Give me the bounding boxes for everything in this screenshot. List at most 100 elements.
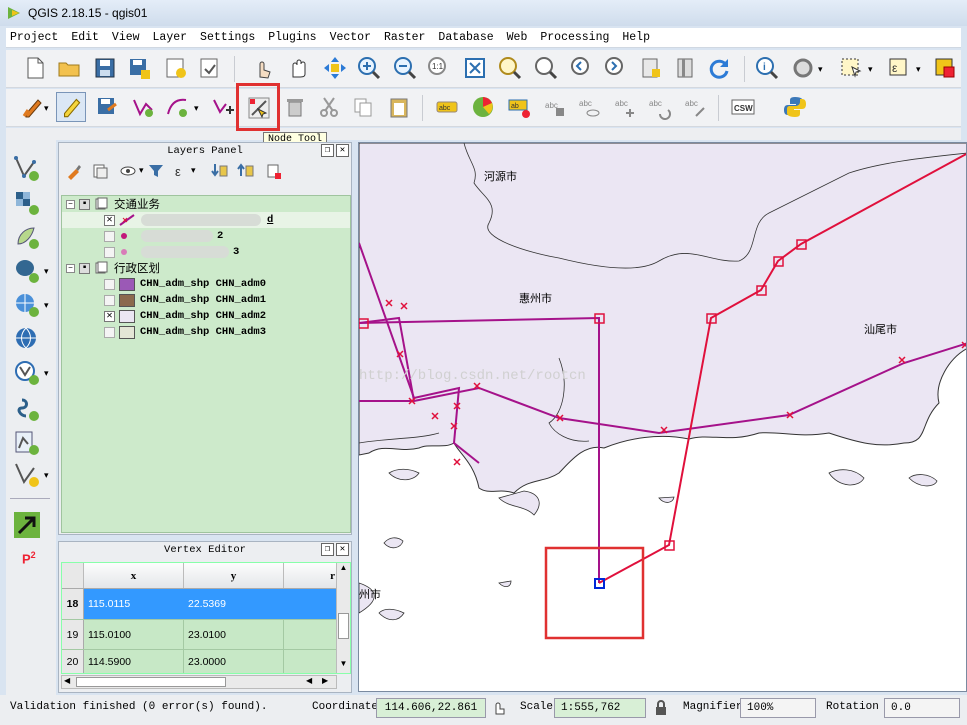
- add-arrow-icon[interactable]: [12, 510, 42, 540]
- zoom-to-layer-icon[interactable]: [532, 55, 558, 81]
- save-as-icon[interactable]: [126, 55, 152, 81]
- composer-manager-icon[interactable]: [196, 55, 222, 81]
- map-drawing[interactable]: 河源市 惠州市 汕尾市 州市 http://blog.csdn.net/root…: [359, 143, 967, 692]
- cell-x[interactable]: 115.0115: [84, 589, 184, 619]
- copy-features-icon[interactable]: [350, 94, 376, 120]
- scroll-up-icon[interactable]: ▲: [337, 563, 350, 577]
- paste-features-icon[interactable]: [386, 94, 412, 120]
- touch-zoom-icon[interactable]: [250, 55, 276, 81]
- layer-row-route[interactable]: ✕ d: [62, 212, 350, 228]
- layer-checkbox[interactable]: [104, 294, 115, 306]
- layer-row-point-3[interactable]: 3: [62, 244, 239, 260]
- layer-checkbox[interactable]: ✕: [104, 214, 115, 226]
- add-spatialite-layer-icon[interactable]: [12, 222, 42, 252]
- cell-y[interactable]: 23.0000: [184, 650, 284, 673]
- wfs-dropdown-icon[interactable]: ▾: [44, 368, 49, 379]
- scroll-left-small-icon[interactable]: ◀: [306, 676, 312, 685]
- layer-checkbox[interactable]: [104, 278, 115, 290]
- save-layer-edits-icon[interactable]: [94, 94, 120, 120]
- scroll-down-icon[interactable]: ▼: [337, 659, 350, 673]
- zoom-next-icon[interactable]: [602, 55, 628, 81]
- coordinate-field[interactable]: 114.606,22.861: [376, 698, 486, 718]
- layer-row-adm3[interactable]: CHN_adm_shp CHN_adm3: [62, 324, 266, 340]
- menu-raster[interactable]: Raster: [384, 31, 425, 44]
- menu-project[interactable]: Project: [10, 31, 58, 44]
- menu-vector[interactable]: Vector: [330, 31, 371, 44]
- select-by-expression-icon[interactable]: ε: [886, 55, 912, 81]
- column-header-r[interactable]: r: [284, 563, 338, 588]
- rotation-field[interactable]: 0.0: [884, 698, 960, 718]
- zoom-in-icon[interactable]: [356, 55, 382, 81]
- manage-visibility-icon[interactable]: [119, 162, 137, 180]
- lock-scale-icon[interactable]: [654, 700, 668, 716]
- add-vector-layer-icon[interactable]: [12, 154, 42, 184]
- add-wfs-layer-icon[interactable]: [12, 358, 42, 388]
- scroll-right-icon[interactable]: ▶: [322, 676, 328, 685]
- zoom-to-selection-icon[interactable]: [496, 55, 522, 81]
- close-panel-icon[interactable]: ✕: [336, 543, 349, 556]
- delete-selected-icon[interactable]: [282, 94, 308, 120]
- zoom-last-icon[interactable]: [568, 55, 594, 81]
- filter-legend-icon[interactable]: [147, 162, 165, 180]
- move-label-icon[interactable]: abc: [612, 94, 638, 120]
- scale-field[interactable]: 1:555,762: [554, 698, 646, 718]
- layer-row-adm1[interactable]: CHN_adm_shp CHN_adm1: [62, 292, 266, 308]
- group-checkbox[interactable]: ▪: [79, 198, 90, 210]
- layer-labeling-icon[interactable]: abc: [434, 94, 460, 120]
- add-group-icon[interactable]: [91, 162, 109, 180]
- add-raster-layer-icon[interactable]: [12, 188, 42, 218]
- float-panel-icon[interactable]: ❐: [321, 543, 334, 556]
- rotate-label-icon[interactable]: abc: [646, 94, 672, 120]
- select-dropdown-icon[interactable]: ▾: [868, 64, 873, 75]
- layer-checkbox[interactable]: ✕: [104, 310, 115, 322]
- scroll-left-icon[interactable]: ◀: [64, 676, 70, 685]
- collapse-group-icon[interactable]: −: [66, 263, 75, 273]
- expand-all-icon[interactable]: [211, 162, 229, 180]
- wms-dropdown-icon[interactable]: ▾: [44, 300, 49, 311]
- mouse-coordinate-icon[interactable]: [492, 700, 508, 716]
- layer-checkbox[interactable]: [104, 246, 115, 258]
- show-bookmarks-icon[interactable]: [672, 55, 698, 81]
- menu-processing[interactable]: Processing: [540, 31, 609, 44]
- postgis-dropdown-icon[interactable]: ▾: [44, 266, 49, 277]
- layer-checkbox[interactable]: [104, 326, 115, 338]
- column-header-y[interactable]: y: [184, 563, 284, 588]
- toggle-editing-icon[interactable]: [56, 92, 86, 122]
- new-spatialite-layer-icon[interactable]: [12, 460, 42, 490]
- add-delimited-text-icon[interactable]: [12, 394, 42, 424]
- table-row[interactable]: 18 115.0115 22.5369: [62, 589, 338, 619]
- collapse-group-icon[interactable]: −: [66, 199, 75, 209]
- add-wcs-layer-icon[interactable]: [12, 324, 42, 354]
- pan-to-selection-icon[interactable]: [322, 55, 348, 81]
- cut-features-icon[interactable]: [316, 94, 342, 120]
- new-shapefile-icon[interactable]: [12, 428, 42, 458]
- open-project-icon[interactable]: [56, 55, 82, 81]
- csw-icon[interactable]: CSW: [730, 94, 756, 120]
- python-console-icon[interactable]: [782, 94, 808, 120]
- horizontal-scroll-thumb[interactable]: [76, 677, 226, 687]
- visibility-dropdown-icon[interactable]: ▾: [139, 165, 144, 176]
- menu-settings[interactable]: Settings: [200, 31, 255, 44]
- layer-row-point-2[interactable]: 2: [62, 228, 223, 244]
- layer-row-adm0[interactable]: CHN_adm_shp CHN_adm0: [62, 276, 266, 292]
- table-row[interactable]: 20 114.5900 23.0000: [62, 649, 338, 673]
- layer-row-adm2[interactable]: ✕ CHN_adm_shp CHN_adm2: [62, 308, 266, 324]
- node-tool-icon[interactable]: [246, 95, 272, 121]
- menu-plugins[interactable]: Plugins: [268, 31, 316, 44]
- refresh-icon[interactable]: [706, 55, 732, 81]
- menu-edit[interactable]: Edit: [71, 31, 99, 44]
- expression-dropdown-icon[interactable]: ▾: [916, 64, 921, 75]
- layer-group-transport[interactable]: − ▪ 交通业务: [66, 196, 160, 212]
- menu-web[interactable]: Web: [507, 31, 528, 44]
- layer-diagram-icon[interactable]: [470, 94, 496, 120]
- menu-layer[interactable]: Layer: [153, 31, 188, 44]
- save-project-icon[interactable]: [92, 55, 118, 81]
- add-postgis-layer-icon[interactable]: [12, 256, 42, 286]
- new-layer-dropdown-icon[interactable]: ▾: [44, 470, 49, 481]
- close-panel-icon[interactable]: ✕: [336, 144, 349, 157]
- select-features-icon[interactable]: [838, 55, 864, 81]
- cell-r[interactable]: [284, 589, 338, 619]
- new-print-composer-icon[interactable]: [162, 55, 188, 81]
- move-feature-icon[interactable]: [210, 94, 236, 120]
- group-checkbox[interactable]: ▪: [79, 262, 90, 274]
